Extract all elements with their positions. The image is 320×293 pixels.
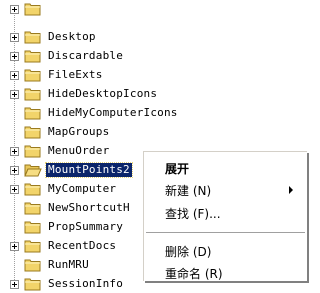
tree-item-label[interactable]: MountPoints2 (45, 162, 133, 178)
tree-item-label[interactable]: RunMRU (46, 258, 91, 272)
submenu-arrow-icon (289, 186, 293, 194)
folder-icon (24, 144, 42, 158)
folder-icon (24, 87, 42, 101)
tree-item-propsummary[interactable]: PropSummary (10, 218, 125, 236)
expand-toggle-icon[interactable] (10, 165, 19, 175)
tree-item-newshortcuthandlers[interactable]: NewShortcutH (10, 199, 132, 217)
folder-icon (24, 125, 42, 139)
tree-item-recentdocs[interactable]: RecentDocs (10, 237, 118, 255)
tree-item-hidemycomputericons[interactable]: HideMyComputerIcons (10, 104, 180, 122)
tree-item-label[interactable]: MapGroups (46, 125, 111, 139)
folder-icon (24, 258, 42, 272)
menu-item-label: 新建 (N) (165, 183, 212, 198)
tree-item-label[interactable]: MyComputer (46, 182, 118, 196)
tree-item-menuorder[interactable]: MenuOrder (10, 142, 111, 160)
folder-icon (24, 30, 42, 44)
folder-icon (24, 239, 42, 253)
tree-item-mycomputer[interactable]: MyComputer (10, 180, 118, 198)
tree-item-label[interactable]: HideDesktopIcons (46, 87, 159, 101)
expand-toggle-icon[interactable] (10, 146, 19, 156)
tree-item-label[interactable]: Desktop (46, 30, 98, 44)
menu-separator (146, 232, 305, 234)
tree-item-label[interactable]: Discardable (46, 49, 125, 63)
context-menu: 展开 新建 (N) 查找 (F)... 删除 (D) 重命名 (R) (143, 151, 307, 281)
folder-icon (24, 106, 42, 120)
expand-toggle-icon[interactable] (10, 241, 19, 251)
expand-toggle-icon[interactable] (10, 184, 19, 194)
menu-item-rename[interactable]: 重命名 (R) (144, 262, 307, 284)
tree-item-mountpoints2[interactable]: MountPoints2 (10, 161, 133, 179)
expand-toggle-icon[interactable] (10, 70, 19, 80)
tree-item-runmru[interactable]: RunMRU (10, 256, 91, 274)
tree-item-discardable[interactable]: Discardable (10, 47, 125, 65)
tree-item-label[interactable]: PropSummary (46, 220, 125, 234)
tree-item-label[interactable]: MenuOrder (46, 144, 111, 158)
expand-toggle-icon[interactable] (10, 32, 19, 42)
folder-icon (24, 182, 42, 196)
menu-item-label: 删除 (D) (165, 244, 212, 259)
tree-item-label[interactable]: SessionInfo (46, 277, 125, 291)
tree-item-mapgroups[interactable]: MapGroups (10, 123, 111, 141)
folder-icon (24, 277, 42, 291)
folder-icon (24, 68, 42, 82)
tree-item-label[interactable]: HideMyComputerIcons (46, 106, 180, 120)
folder-icon (24, 49, 42, 63)
tree-item-label[interactable]: FileExts (46, 68, 105, 82)
tree-item-label[interactable]: NewShortcutH (46, 201, 132, 215)
tree-item-desktop[interactable]: Desktop (10, 28, 98, 46)
tree-item-partial[interactable] (10, 0, 50, 18)
menu-item-new[interactable]: 新建 (N) (144, 179, 307, 201)
folder-icon (24, 220, 42, 234)
menu-item-label: 查找 (F)... (165, 206, 221, 221)
folder-icon (24, 2, 42, 16)
menu-item-label: 重命名 (R) (165, 266, 223, 281)
expand-toggle-icon[interactable] (10, 51, 19, 61)
tree-item-fileexts[interactable]: FileExts (10, 66, 105, 84)
folder-icon (24, 201, 42, 215)
menu-item-find[interactable]: 查找 (F)... (144, 202, 307, 224)
expand-toggle-icon[interactable] (10, 4, 19, 14)
menu-item-expand[interactable]: 展开 (144, 157, 307, 179)
menu-item-label: 展开 (165, 161, 190, 176)
expand-toggle-icon[interactable] (10, 89, 19, 99)
open-folder-icon (24, 163, 42, 177)
tree-item-hidedesktopicons[interactable]: HideDesktopIcons (10, 85, 159, 103)
expand-toggle-icon[interactable] (10, 279, 19, 289)
tree-item-label[interactable]: RecentDocs (46, 239, 118, 253)
tree-item-sessioninfo[interactable]: SessionInfo (10, 275, 125, 293)
menu-item-delete[interactable]: 删除 (D) (144, 240, 307, 262)
